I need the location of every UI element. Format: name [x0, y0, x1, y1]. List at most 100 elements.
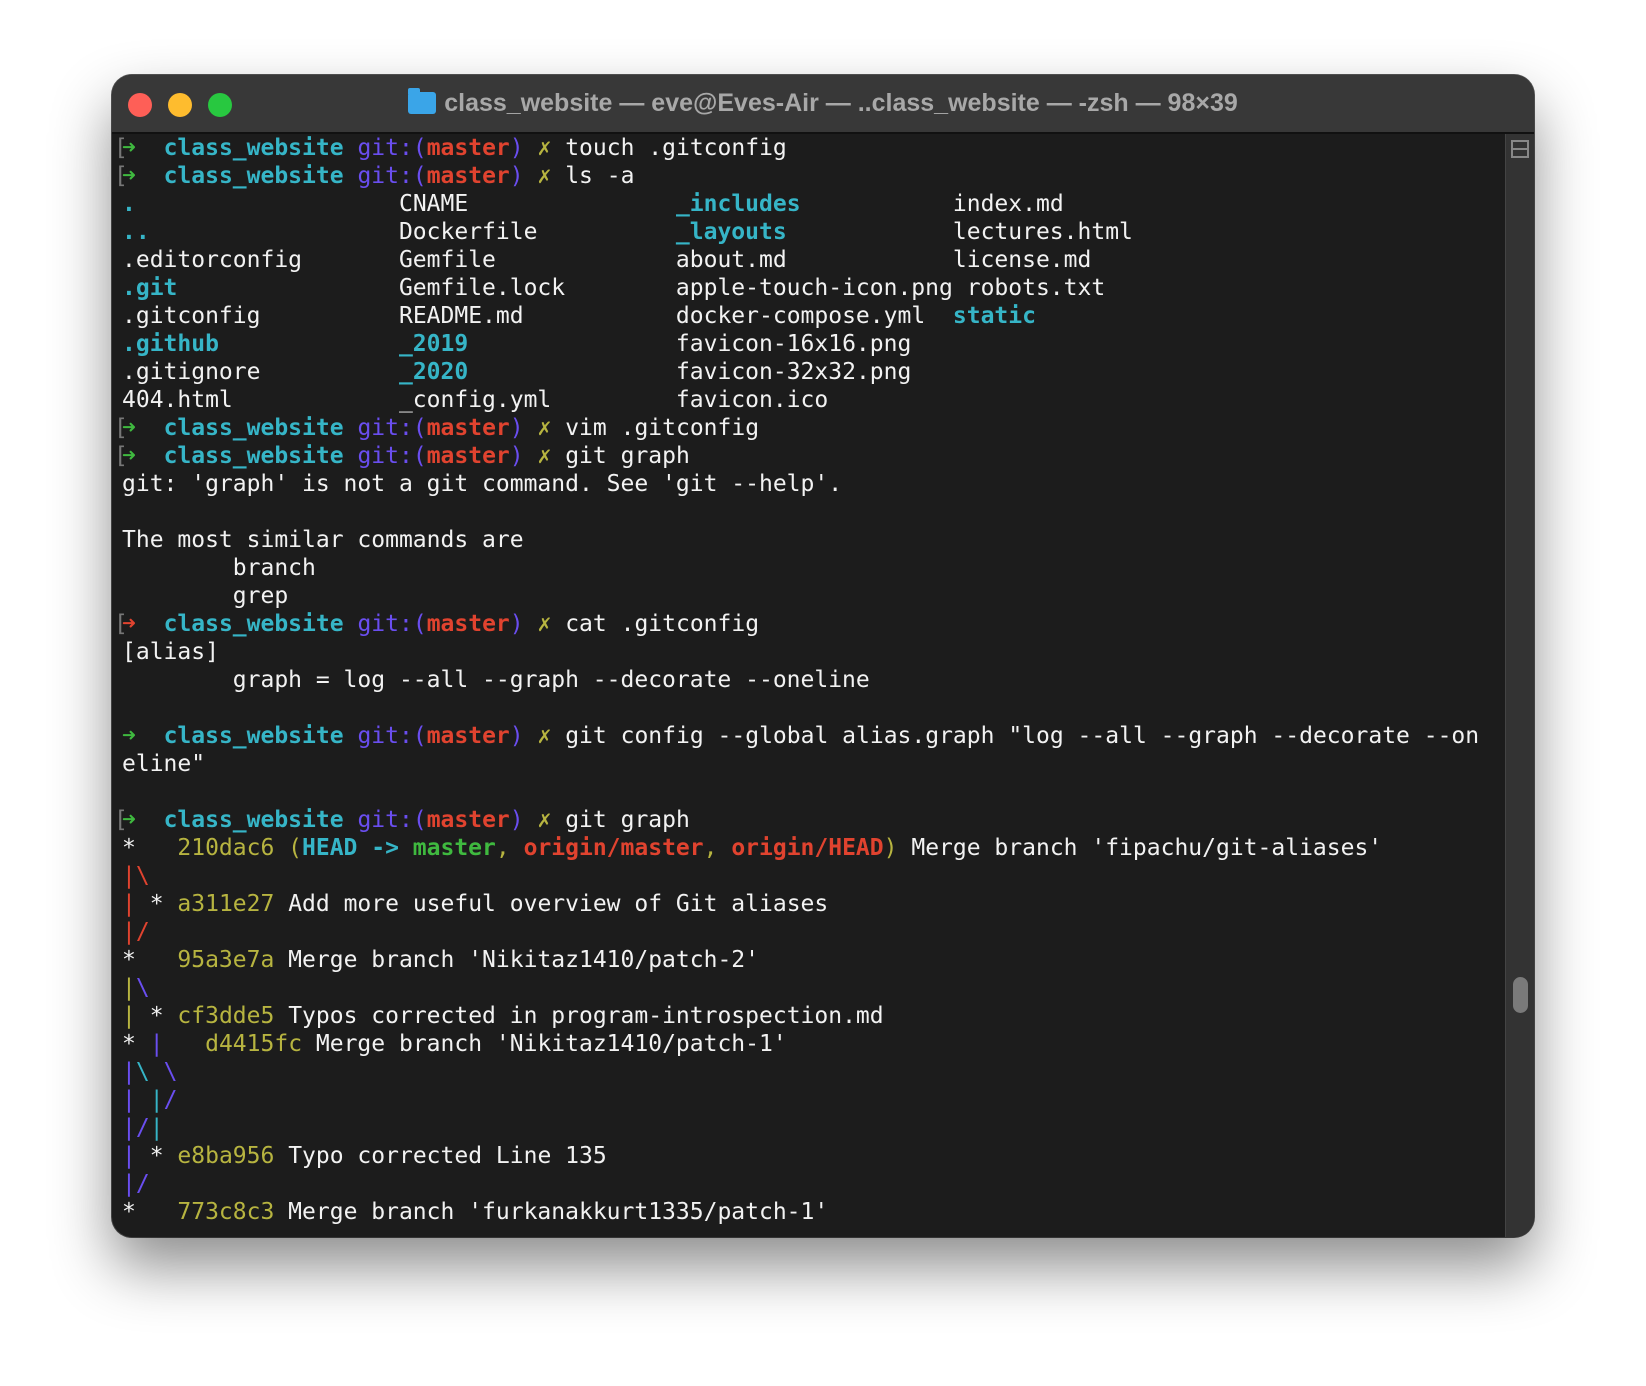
graph-segment: Merge branch 'fipachu/git-aliases': [897, 835, 1383, 861]
git-graph-line: | * e8ba956 Typo corrected Line 135: [118, 1142, 1508, 1170]
output-text: [alias]: [122, 639, 219, 665]
ls-entry-file: README.md: [398, 303, 524, 329]
ls-entry-directory: _layouts: [675, 219, 787, 245]
graph-segment: |: [122, 975, 136, 1001]
title-bar[interactable]: class_website — eve@Eves-Air — ..class_w…: [112, 75, 1534, 134]
git-graph-line: |\: [118, 862, 1508, 890]
command-text: git graph: [551, 807, 690, 833]
graph-segment: |: [122, 1059, 136, 1085]
graph-segment: Merge branch 'Nikitaz1410/patch-1': [302, 1031, 787, 1057]
output-text: grep: [122, 583, 289, 609]
graph-segment: 773c8c3: [177, 1199, 275, 1225]
ls-entry-file: 404.html: [122, 387, 233, 413]
prompt-git-label: git:(: [357, 135, 427, 161]
ls-entry-file: .editorconfig: [122, 247, 303, 273]
ls-entry-file: favicon-32x32.png: [675, 359, 912, 385]
command-text: vim .gitconfig: [551, 415, 760, 441]
graph-segment: Typo corrected Line 135: [274, 1143, 607, 1169]
prompt-directory: class_website: [163, 415, 344, 441]
graph-segment: e8ba956: [177, 1143, 275, 1169]
graph-segment: origin/master: [523, 835, 704, 861]
prompt-directory: class_website: [163, 163, 344, 189]
window-title: class_website — eve@Eves-Air — ..class_w…: [112, 88, 1534, 118]
graph-segment: \: [149, 1059, 178, 1085]
terminal-output[interactable]: []➜ class_website git:(master) ✗ touch .…: [118, 134, 1508, 1237]
graph-segment: *: [149, 891, 178, 917]
ls-entry-file: apple-touch-icon.png: [675, 275, 953, 301]
output-line: eline": [118, 750, 1508, 778]
ls-row: .editorconfig Gemfile about.md license.m…: [118, 246, 1508, 274]
prompt-git-label: git:(: [357, 723, 427, 749]
graph-segment: origin/HEAD: [731, 835, 884, 861]
prompt-directory: class_website: [163, 135, 344, 161]
ls-entry-file: lectures.html: [952, 219, 1133, 245]
graph-segment: ): [883, 835, 898, 861]
output-text: The most similar commands are: [122, 527, 524, 553]
graph-segment: *: [122, 835, 178, 861]
prompt-line: []➜ class_website git:(master) ✗ ls -a: [118, 162, 1508, 190]
line-mark-open: [: [118, 806, 128, 834]
prompt-dirty-icon: ✗: [537, 611, 552, 637]
ls-row: .gitconfig README.md docker-compose.yml …: [118, 302, 1508, 330]
prompt-line: []➜ class_website git:(master) ✗ git gra…: [118, 442, 1508, 470]
ls-row: 404.html _config.yml favicon.ico: [118, 386, 1508, 414]
graph-segment: \: [135, 1059, 150, 1085]
ls-row: .github _2019 favicon-16x16.png: [118, 330, 1508, 358]
prompt-git-label: git:(: [357, 807, 427, 833]
output-line: branch: [118, 554, 1508, 582]
prompt-dirty-icon: ✗: [537, 807, 552, 833]
output-line: grep: [118, 582, 1508, 610]
scrollbar-thumb[interactable]: [1513, 977, 1528, 1013]
graph-segment: *: [122, 947, 178, 973]
graph-segment: Merge branch 'Nikitaz1410/patch-2': [274, 947, 759, 973]
git-graph-line: |/: [118, 918, 1508, 946]
ls-entry-file: .gitignore: [122, 359, 261, 385]
graph-segment: |: [122, 1143, 150, 1169]
scrollbar[interactable]: [1505, 134, 1534, 1237]
prompt-git-close: ): [509, 723, 524, 749]
prompt-git-label: git:(: [357, 415, 427, 441]
ls-entry-file: license.md: [952, 247, 1092, 273]
graph-segment: Add more useful overview of Git aliases: [274, 891, 829, 917]
ls-entry-directory: ..: [122, 219, 150, 245]
prompt-branch: master: [426, 723, 510, 749]
graph-segment: master: [412, 835, 496, 861]
output-text: git: 'graph' is not a git command. See '…: [122, 471, 843, 497]
prompt-branch: master: [426, 611, 510, 637]
prompt-git-close: ): [509, 415, 524, 441]
graph-segment: |/: [122, 919, 150, 945]
ls-entry-file: docker-compose.yml: [675, 303, 926, 329]
graph-segment: |/: [122, 1171, 150, 1197]
graph-segment: *: [149, 1003, 178, 1029]
split-pane-icon[interactable]: [1511, 140, 1529, 158]
git-graph-line: * 95a3e7a Merge branch 'Nikitaz1410/patc…: [118, 946, 1508, 974]
prompt-dirty-icon: ✗: [537, 135, 552, 161]
ls-entry-file: robots.txt: [966, 275, 1106, 301]
